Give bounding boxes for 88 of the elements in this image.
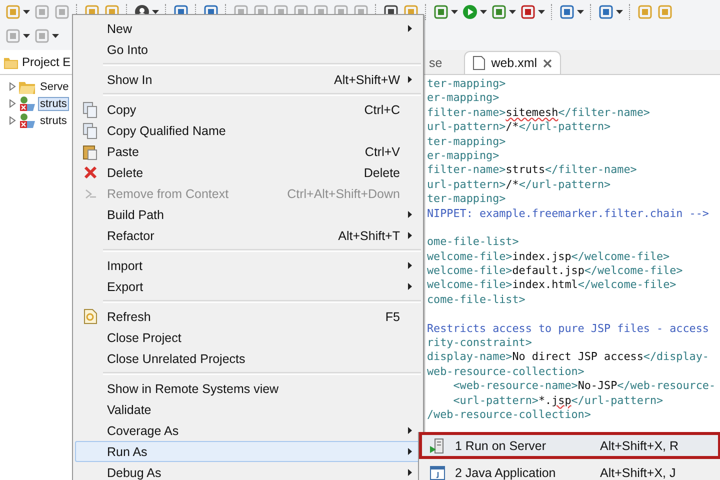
copy-icon (83, 102, 97, 118)
submenu-arrow-icon (408, 25, 412, 32)
code-line: rity-constraint> (427, 336, 533, 350)
run-icon[interactable] (462, 4, 478, 20)
menu-item[interactable]: Coverage As (75, 420, 421, 441)
menu-item[interactable]: Show In Alt+Shift+W (75, 69, 421, 90)
menu-item[interactable]: Validate (75, 399, 421, 420)
submenu-arrow-icon (408, 262, 412, 269)
shortcut-label: Alt+Shift+W (334, 72, 401, 86)
shortcut-label: Ctrl+C (364, 102, 401, 116)
submenu-arrow-icon (408, 76, 412, 83)
submenu-arrow-icon (408, 283, 412, 290)
code-line: ome-file-list> (427, 235, 520, 250)
code-line: welcome-file>index.jsp</welcome-file> (427, 250, 671, 264)
submenu-arrow-icon (408, 469, 412, 476)
code-line: <web-resource-name>No-JSP</web-resource- (452, 379, 717, 394)
shortcut-label: Alt+Shift+X, R (600, 438, 680, 452)
paste-icon (83, 144, 97, 160)
code-line: display-name>No direct JSP access</display- (427, 350, 710, 365)
tree-item[interactable]: struts (38, 114, 69, 128)
shortcut-label: Ctrl+Alt+Shift+Down (287, 186, 401, 200)
caret-icon[interactable] (616, 10, 623, 14)
menu-item[interactable]: Refactor Alt+Shift+T (75, 225, 421, 246)
caret-icon[interactable] (52, 34, 59, 38)
view-tab[interactable]: Project E (0, 50, 75, 74)
code-line: ter-mapping> (427, 192, 507, 207)
caret-icon[interactable] (451, 10, 458, 14)
code-line: come-file-list> (427, 292, 526, 308)
menu-item[interactable]: Run As (75, 441, 421, 462)
menu-item[interactable]: Paste Ctrl+V (75, 141, 421, 162)
delete-icon (84, 166, 96, 179)
menu-item[interactable]: Go Into (75, 39, 421, 60)
menu-item[interactable]: 1 Run on Server Alt+Shift+X, R (419, 432, 720, 459)
editor-tab[interactable]: se (427, 52, 450, 74)
menu-item[interactable]: Close Project (75, 327, 421, 348)
caret-icon[interactable] (509, 10, 516, 14)
code-line: /web-resource-collection> (427, 408, 592, 422)
caret-icon[interactable] (538, 10, 545, 14)
caret-icon[interactable] (577, 10, 584, 14)
caret-icon[interactable] (23, 10, 30, 14)
submenu-arrow-icon (408, 448, 412, 455)
menu-item[interactable]: Copy Ctrl+C (75, 99, 421, 120)
shortcut-label: F5 (385, 310, 401, 324)
menu-item[interactable]: Build Path (75, 204, 421, 225)
menu-item[interactable]: Delete Delete (75, 162, 421, 183)
menu-item[interactable]: Debug As (75, 462, 421, 480)
submenu-arrow-icon (408, 232, 412, 239)
code-line: url-pattern>/*</url-pattern> (427, 120, 612, 135)
caret-icon[interactable] (480, 10, 487, 14)
code-line: <url-pattern>*.jsp</url-pattern> (452, 394, 664, 408)
tree-item[interactable]: Serve (38, 80, 71, 94)
caret-icon[interactable] (23, 34, 30, 38)
menu-item[interactable]: Close Unrelated Projects (75, 348, 421, 369)
code-line: filter-name>struts</filter-name> (427, 163, 638, 178)
view-title: Project E (22, 55, 71, 69)
editor-tab[interactable]: web.xml (464, 51, 562, 74)
code-line: er-mapping> (427, 91, 500, 106)
code-line: welcome-file>default.jsp</welcome-file> (427, 264, 684, 278)
copy-icon (83, 122, 97, 138)
code-line: er-mapping> (427, 148, 500, 164)
submenu-arrow-icon (408, 211, 412, 218)
xml-file-icon (473, 56, 486, 70)
menu-item[interactable]: Show in Remote Systems view (75, 378, 421, 399)
shortcut-label: Alt+Shift+T (338, 228, 401, 242)
project-error-icon (19, 96, 35, 112)
code-line: ter-mapping> (427, 134, 507, 149)
shortcut-label: Ctrl+V (364, 144, 401, 158)
code-line: welcome-file>index.html</welcome-file> (427, 278, 678, 293)
shortcut-label: Delete (364, 166, 401, 180)
menu-item[interactable]: Import (75, 255, 421, 276)
code-line: ter-mapping> (427, 77, 507, 92)
code-line: web-resource-collection> (427, 364, 586, 380)
remove-icon (84, 188, 96, 200)
close-icon[interactable] (543, 58, 552, 68)
tree-item[interactable]: struts (38, 96, 69, 110)
code-line: filter-name>sitemesh</filter-name> (427, 106, 651, 120)
java-app-icon (430, 466, 444, 480)
menu-item[interactable]: Refresh F5 (75, 306, 421, 327)
project-error-icon (19, 112, 35, 128)
menu-item[interactable]: Export (75, 276, 421, 297)
code-line: Restricts access to pure JSP files - access (427, 322, 710, 336)
submenu-arrow-icon (408, 427, 412, 434)
code-line: NIPPET: example.freemarker.filter.chain --> (427, 206, 710, 221)
code-line: url-pattern>/*</url-pattern> (427, 178, 612, 192)
refresh-icon (84, 309, 96, 324)
shortcut-label: Alt+Shift+X, J (600, 466, 677, 480)
menu-item[interactable]: Copy Qualified Name (75, 120, 421, 141)
menu-item[interactable]: 2 Java Application Alt+Shift+X, J (419, 459, 720, 480)
